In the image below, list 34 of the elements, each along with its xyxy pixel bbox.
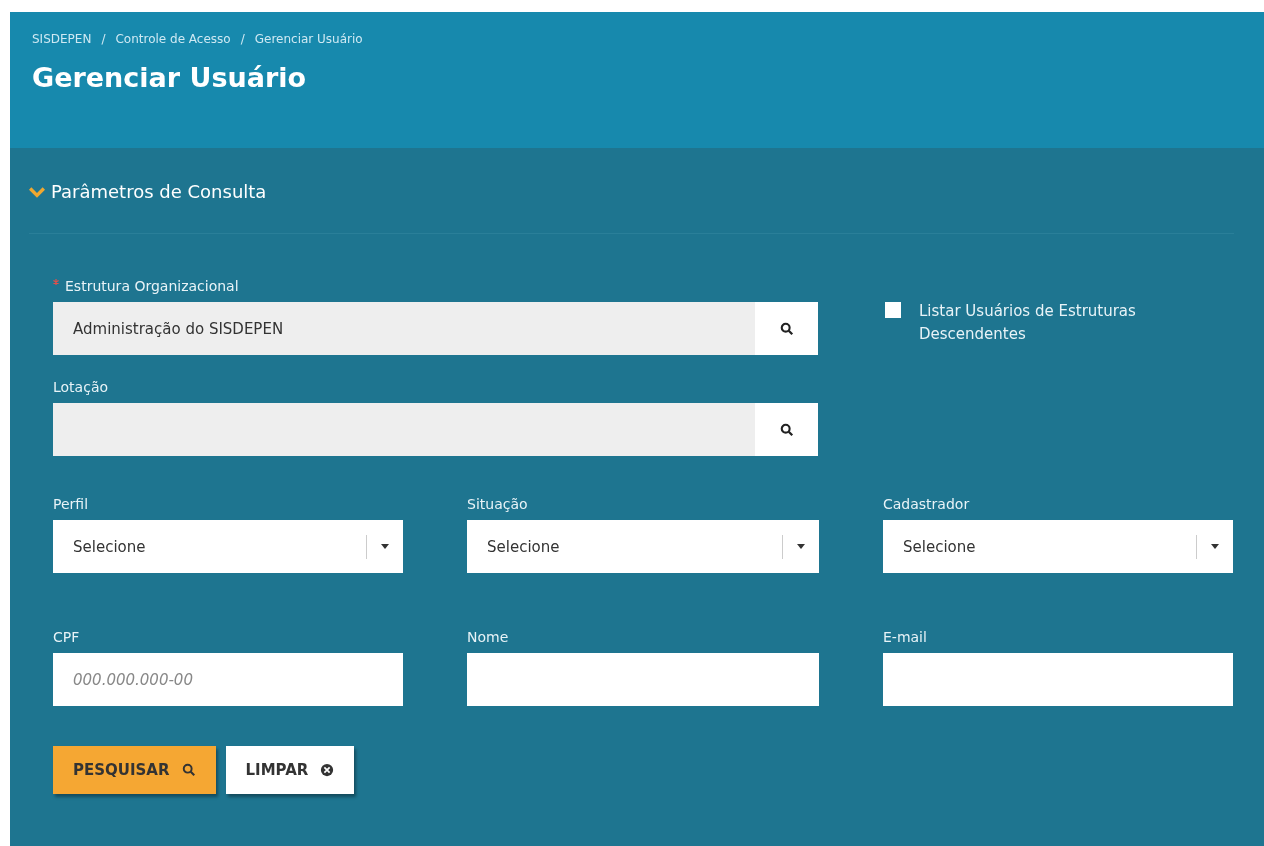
- checkbox-label: Listar Usuários de Estruturas Descendentes: [919, 301, 1137, 345]
- field-label: Cadastrador: [883, 496, 971, 512]
- chevron-icon[interactable]: [29, 185, 45, 198]
- caret-icon: [797, 544, 805, 549]
- search-icon: [779, 422, 794, 437]
- field-label: CPF: [53, 629, 81, 645]
- search-button[interactable]: [755, 302, 818, 355]
- select-field[interactable]: Selecione: [467, 520, 819, 573]
- input-field[interactable]: [467, 653, 819, 706]
- lookup-field[interactable]: Administração do SISDEPEN: [53, 302, 755, 355]
- field-label: E-mail: [883, 629, 928, 645]
- checkbox[interactable]: [885, 302, 901, 318]
- field-label: Perfil: [53, 496, 90, 512]
- search-button[interactable]: PESQUISAR: [53, 746, 216, 794]
- caret-icon: [1211, 544, 1219, 549]
- select-field[interactable]: Selecione: [883, 520, 1233, 573]
- select-field[interactable]: Selecione: [53, 520, 403, 573]
- input-field[interactable]: [883, 653, 1233, 706]
- lookup-field[interactable]: [53, 403, 755, 456]
- field-label: Situação: [467, 496, 529, 512]
- section-title[interactable]: Parâmetros de Consulta: [51, 181, 267, 202]
- breadcrumb-separator: /: [101, 32, 106, 46]
- breadcrumb-separator: /: [240, 32, 245, 46]
- page-title: Gerenciar Usuário: [32, 62, 308, 93]
- clear-button[interactable]: LIMPAR: [225, 746, 355, 794]
- caret-icon: [381, 544, 389, 549]
- field-label: Nome: [467, 629, 510, 645]
- search-icon: [779, 321, 794, 336]
- search-icon: [181, 763, 196, 777]
- search-button[interactable]: [755, 403, 818, 456]
- input-field[interactable]: 000.000.000-00: [53, 653, 403, 706]
- field-label: Estrutura Organizacional: [53, 278, 818, 294]
- close-circle-icon: [320, 763, 335, 777]
- field-label: Lotação: [53, 379, 110, 395]
